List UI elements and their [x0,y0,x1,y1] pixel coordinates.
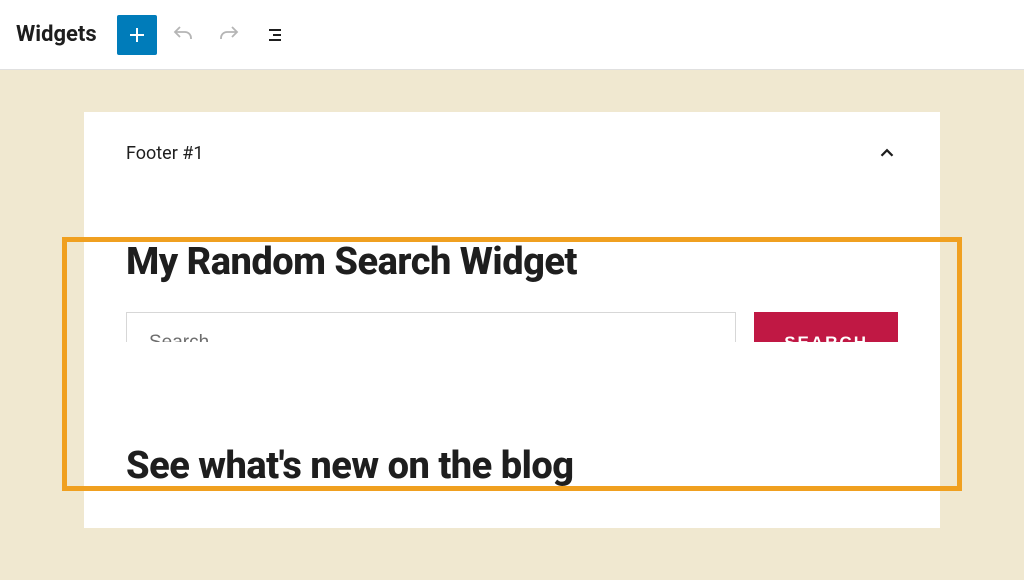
search-button[interactable]: SEARCH [754,312,898,342]
chevron-up-icon [876,142,898,164]
widget-area-panel: Footer #1 My Random Search Widget SEARCH… [84,112,940,528]
redo-button[interactable] [209,15,249,55]
plus-icon [125,23,149,47]
undo-icon [171,23,195,47]
editor-canvas: Footer #1 My Random Search Widget SEARCH… [0,70,1024,580]
list-view-icon [263,23,287,47]
blog-section-title[interactable]: See what's new on the blog [126,444,898,488]
add-block-button[interactable] [117,15,157,55]
redo-icon [217,23,241,47]
editor-toolbar: Widgets [0,0,1024,70]
widget-area-title: Footer #1 [126,143,204,164]
undo-button[interactable] [163,15,203,55]
page-title: Widgets [16,22,97,47]
search-input[interactable] [126,312,736,342]
search-widget-title[interactable]: My Random Search Widget [126,240,898,284]
search-widget-row: SEARCH [126,312,898,342]
list-view-button[interactable] [255,15,295,55]
widget-area-header[interactable]: Footer #1 [126,142,898,164]
